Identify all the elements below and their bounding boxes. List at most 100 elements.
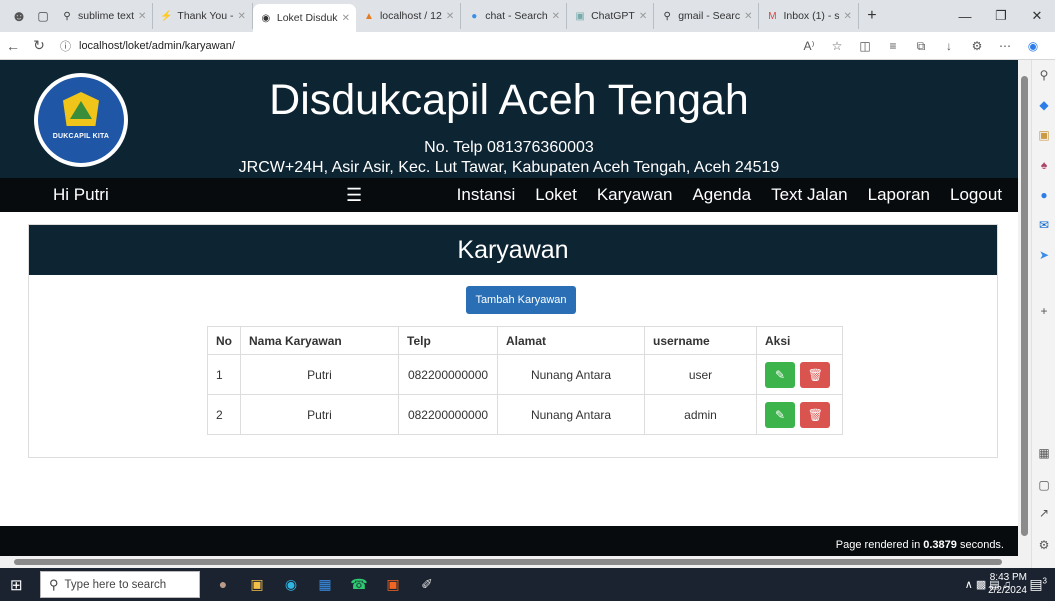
close-icon[interactable]: ✕: [138, 11, 146, 22]
cell-telp: 082200000000: [398, 354, 498, 395]
horizontal-scrollbar[interactable]: [0, 556, 1031, 568]
split-screen-icon[interactable]: ◫: [851, 39, 879, 53]
tab-actions-icon[interactable]: ▢: [32, 9, 54, 23]
close-icon[interactable]: ✕: [844, 11, 852, 22]
add-sidebar-app-icon[interactable]: +: [1032, 304, 1055, 318]
info-icon[interactable]: ⓘ: [60, 38, 71, 54]
search-icon[interactable]: ⚲: [1032, 68, 1055, 82]
copilot-icon: ●: [471, 10, 478, 22]
whatsapp-icon[interactable]: ☎: [342, 572, 376, 597]
url-text: localhost/loket/admin/karyawan/: [79, 39, 235, 52]
delete-button[interactable]: 🗑: [800, 401, 831, 428]
close-window-icon[interactable]: ✕: [1019, 8, 1055, 24]
browser-tab[interactable]: M Inbox (1) - s ✕: [759, 3, 859, 29]
close-icon[interactable]: ✕: [446, 11, 454, 22]
tools-icon[interactable]: ▣: [1032, 128, 1055, 142]
xampp-icon[interactable]: ▣: [376, 572, 410, 597]
column-header: No: [207, 326, 241, 355]
nav-link-karyawan[interactable]: Karyawan: [597, 185, 673, 205]
taskbar-clock[interactable]: 8:43 PM 2/2/2024: [988, 571, 1027, 597]
tab-label: sublime text: [78, 10, 135, 22]
browser-tab[interactable]: ▣ ChatGPT ✕: [567, 3, 655, 29]
new-tab-icon[interactable]: +: [859, 7, 885, 25]
more-icon[interactable]: ⋯: [991, 39, 1019, 53]
column-header: username: [644, 326, 757, 355]
favorite-icon[interactable]: ☆: [823, 39, 851, 53]
main-navbar: Hi Putri ☰ Instansi Loket Karyawan Agend…: [0, 178, 1018, 212]
browser-sidebar: ⚲ ◆ ▣ ♠ ● ✉ ➤ + ▦ ▢ ↗ ⚙: [1031, 60, 1055, 568]
cell-telp: 082200000000: [398, 394, 498, 435]
shopping-icon[interactable]: ◆: [1032, 98, 1055, 112]
back-icon[interactable]: ←: [0, 38, 26, 54]
globe-icon: ◉: [261, 12, 271, 24]
close-icon[interactable]: ✕: [237, 11, 245, 22]
vertical-scrollbar[interactable]: [1018, 60, 1031, 556]
url-field[interactable]: ⓘ localhost/loket/admin/karyawan/: [60, 38, 235, 54]
taskbar-search[interactable]: ⚲ Type here to search: [40, 571, 200, 598]
extensions-icon[interactable]: ⚙: [963, 39, 991, 53]
menu-list-icon[interactable]: ☰: [346, 185, 362, 206]
address-bar: ← ↻ ⓘ localhost/loket/admin/karyawan/ A⁾…: [0, 32, 1055, 60]
nav-link-loket[interactable]: Loket: [535, 185, 577, 205]
file-explorer-icon[interactable]: ▣: [240, 572, 274, 597]
scrollbar-thumb[interactable]: [1021, 76, 1028, 536]
copilot-sidebar-icon[interactable]: ◉: [1019, 39, 1047, 53]
nav-link-laporan[interactable]: Laporan: [868, 185, 930, 205]
close-icon[interactable]: ✕: [744, 11, 752, 22]
close-icon[interactable]: ✕: [342, 13, 350, 24]
send-icon[interactable]: ➤: [1032, 248, 1055, 262]
screenshot-icon[interactable]: ▦: [1032, 446, 1055, 460]
browser-tab[interactable]: ⚲ sublime text ✕: [54, 3, 154, 29]
edit-button[interactable]: ✎: [765, 361, 795, 388]
edge-icon[interactable]: ◉: [274, 572, 308, 597]
nav-link-logout[interactable]: Logout: [950, 185, 1002, 205]
minimize-icon[interactable]: —: [947, 9, 983, 24]
paint-icon[interactable]: ✐: [410, 572, 444, 597]
nav-link-text-jalan[interactable]: Text Jalan: [771, 185, 848, 205]
clock-time: 8:43 PM: [989, 572, 1027, 583]
games-icon[interactable]: ♠: [1032, 158, 1055, 172]
browser-tab-active[interactable]: ◉ Loket Disduk ✕: [252, 4, 356, 32]
tab-label: ChatGPT: [591, 10, 635, 22]
collections-icon[interactable]: ⧉: [907, 39, 935, 54]
browser-tab[interactable]: ● chat - Search ✕: [461, 3, 568, 29]
external-link-icon[interactable]: ↗: [1032, 506, 1055, 520]
close-icon[interactable]: ✕: [552, 11, 560, 22]
close-icon[interactable]: ✕: [639, 11, 647, 22]
scrollbar-thumb[interactable]: [14, 559, 1002, 565]
panel-heading: Karyawan: [29, 225, 997, 275]
render-time-prefix: Page rendered in: [835, 539, 924, 551]
browser-tab[interactable]: ⚲ gmail - Searc ✕: [654, 3, 760, 29]
store-icon[interactable]: ▦: [308, 572, 342, 597]
notification-icon[interactable]: ▤3: [1029, 576, 1047, 593]
clock-date: 2/2/2024: [988, 585, 1027, 596]
profile-icon[interactable]: ☻: [6, 3, 32, 29]
nav-link-instansi[interactable]: Instansi: [457, 185, 516, 205]
microsoft-365-icon[interactable]: ●: [1032, 188, 1055, 202]
restore-icon[interactable]: ❐: [983, 8, 1019, 24]
refresh-icon[interactable]: ↻: [26, 37, 52, 54]
settings-icon[interactable]: ⚙: [1032, 538, 1055, 552]
windows-start-icon[interactable]: ⊞: [10, 576, 23, 594]
nav-links: Instansi Loket Karyawan Agenda Text Jala…: [437, 185, 1002, 205]
search-icon: ⚲: [663, 10, 671, 22]
cell-no: 1: [207, 354, 241, 395]
downloads-icon[interactable]: ↓: [935, 39, 963, 53]
delete-button[interactable]: 🗑: [800, 361, 831, 388]
tab-label: Inbox (1) - s: [783, 10, 840, 22]
add-employee-button[interactable]: Tambah Karyawan: [466, 286, 576, 314]
edit-button[interactable]: ✎: [765, 401, 795, 428]
outlook-icon[interactable]: ✉: [1032, 218, 1055, 232]
site-address: JRCW+24H, Asir Asir, Kec. Lut Tawar, Kab…: [238, 159, 780, 176]
groundhog-app-icon[interactable]: ●: [206, 572, 240, 597]
trash-icon: 🗑: [807, 367, 823, 382]
read-aloud-icon[interactable]: A⁾: [795, 39, 823, 53]
employee-table: No Nama Karyawan Telp Alamat username Ak…: [207, 326, 843, 435]
browser-tab[interactable]: ▲ localhost / 12 ✕: [356, 3, 462, 29]
cell-nama: Putri: [240, 354, 399, 395]
browser-tab[interactable]: ⚡ Thank You - ✕: [153, 3, 253, 29]
nav-link-agenda[interactable]: Agenda: [692, 185, 751, 205]
favorites-list-icon[interactable]: ≡: [879, 39, 907, 53]
sidebar-toggle-icon[interactable]: ▢: [1032, 478, 1055, 492]
pencil-icon: ✎: [774, 407, 786, 422]
